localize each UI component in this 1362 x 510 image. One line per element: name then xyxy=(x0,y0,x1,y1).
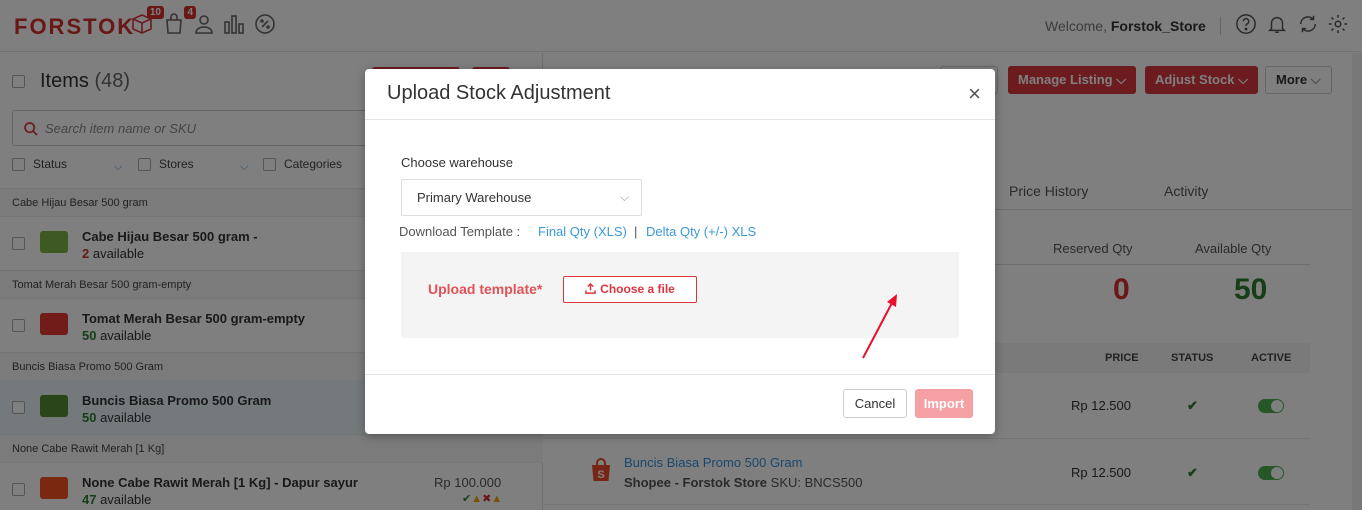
final-qty-template-link[interactable]: Final Qty (XLS) xyxy=(538,224,627,239)
upload-template-label: Upload template* xyxy=(428,281,543,297)
chevron-down-icon: ⌵ xyxy=(619,190,629,204)
warehouse-label: Choose warehouse xyxy=(401,155,514,170)
modal-footer-divider xyxy=(365,374,995,375)
template-link-separator: | xyxy=(634,224,638,239)
upload-stock-adjustment-modal: Upload Stock Adjustment × Choose warehou… xyxy=(365,69,995,434)
import-button[interactable]: Import xyxy=(915,389,973,418)
delta-qty-template-link[interactable]: Delta Qty (+/-) XLS xyxy=(646,224,756,239)
modal-title: Upload Stock Adjustment xyxy=(387,82,611,104)
warehouse-select[interactable]: Primary Warehouse ⌵ xyxy=(401,179,642,216)
choose-file-label: Choose a file xyxy=(600,282,675,296)
choose-file-button[interactable]: Choose a file xyxy=(563,276,697,303)
cancel-button[interactable]: Cancel xyxy=(843,389,907,418)
modal-header: Upload Stock Adjustment × xyxy=(365,69,995,120)
close-icon[interactable]: × xyxy=(968,81,981,107)
download-template-label: Download Template : xyxy=(399,224,521,239)
upload-icon xyxy=(585,282,596,294)
warehouse-selected-value: Primary Warehouse xyxy=(417,190,532,205)
annotation-arrow xyxy=(862,294,897,359)
